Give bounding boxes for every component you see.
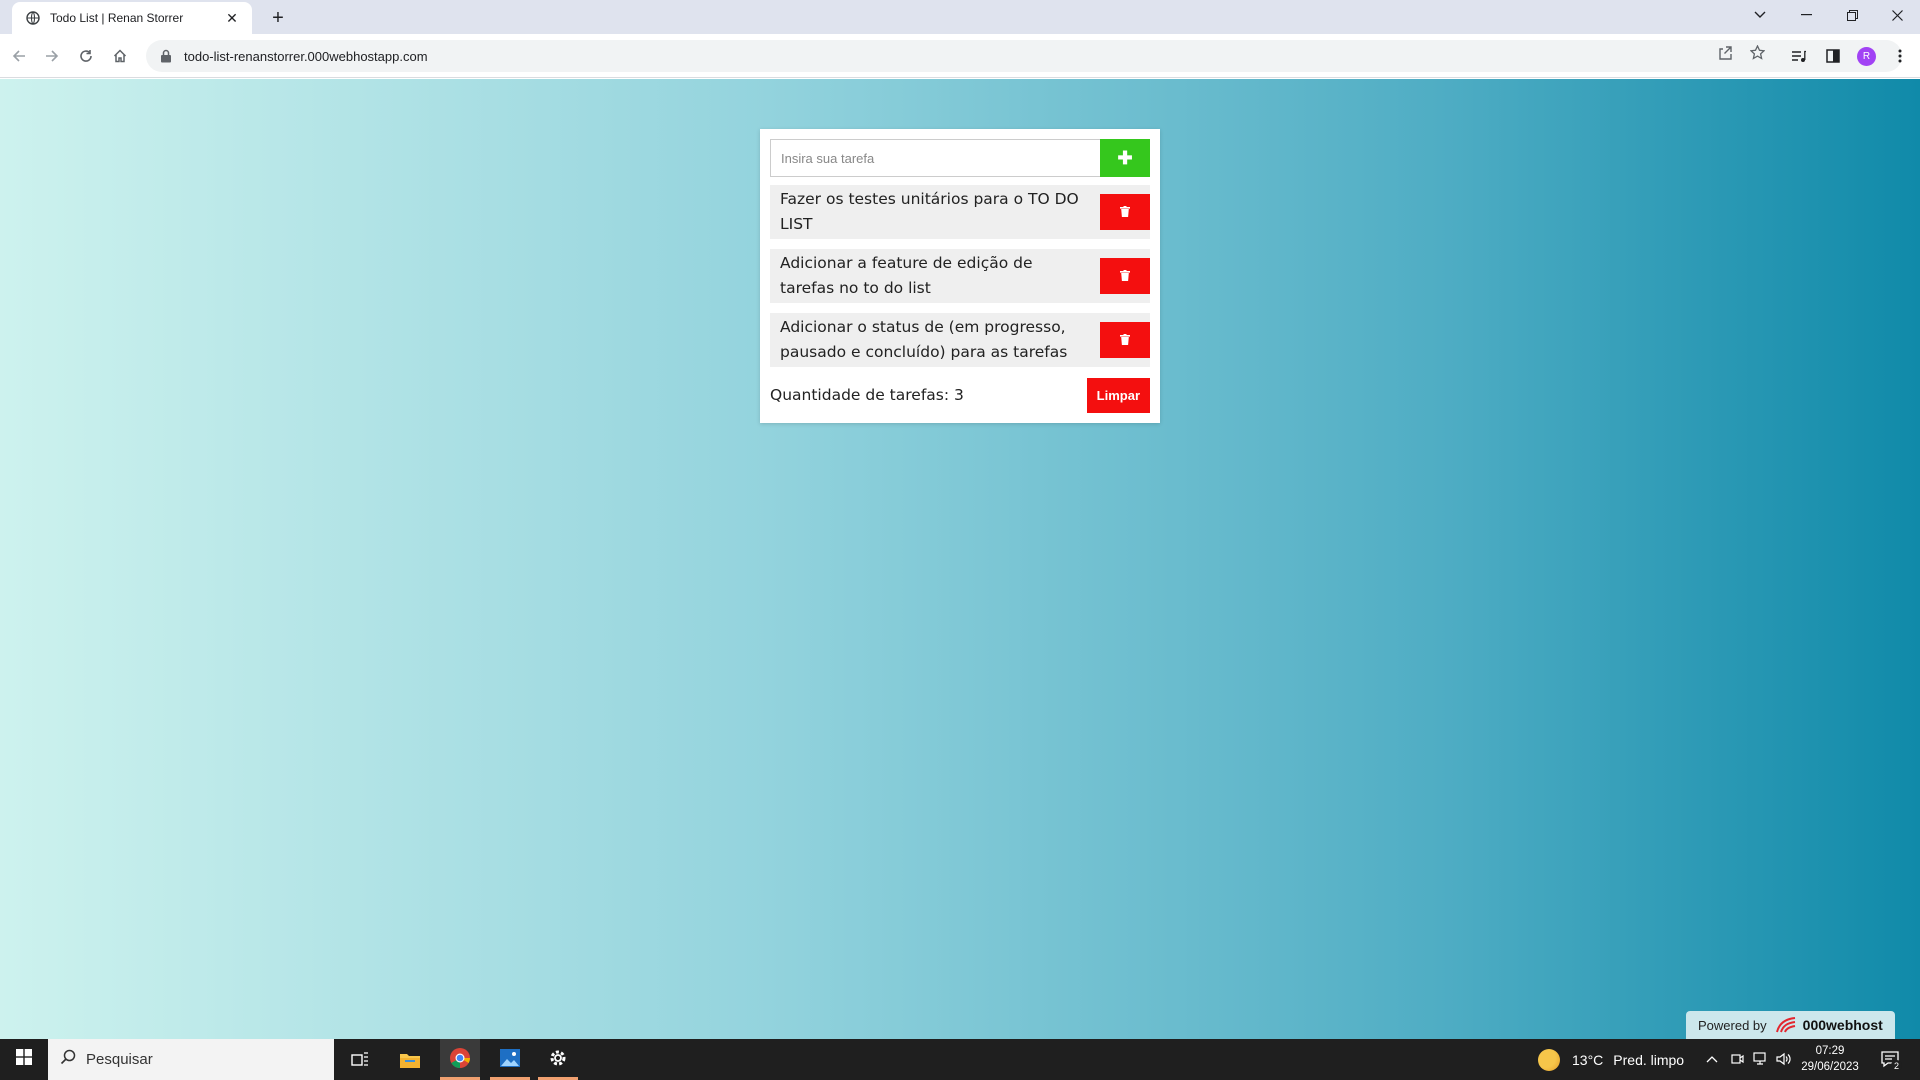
media-control-icon[interactable] [1786, 44, 1810, 68]
side-panel-icon[interactable] [1821, 44, 1845, 68]
000webhost-logo-icon [1775, 1016, 1799, 1034]
share-icon[interactable] [1713, 40, 1737, 64]
weather-description: Pred. limpo [1613, 1051, 1685, 1068]
address-bar[interactable]: todo-list-renanstorrer.000webhostapp.com [146, 40, 1902, 72]
trash-icon [1120, 205, 1130, 220]
clock-date: 29/06/2023 [1801, 1061, 1859, 1073]
photos-icon[interactable] [490, 1039, 530, 1080]
powered-by-label: Powered by [1698, 1017, 1767, 1033]
browser-tab[interactable]: Todo List | Renan Storrer ✕ [12, 2, 252, 34]
minimize-button[interactable] [1783, 0, 1829, 30]
notification-center-icon[interactable]: 2 [1880, 1049, 1902, 1071]
todo-footer: Quantidade de tarefas: 3 Limpar [770, 377, 1150, 413]
new-tab-button[interactable]: + [266, 6, 290, 30]
url-text: todo-list-renanstorrer.000webhostapp.com [184, 48, 428, 64]
task-item: Adicionar o status de (em progresso, pau… [770, 313, 1150, 367]
tab-title: Todo List | Renan Storrer [50, 11, 184, 25]
bookmark-star-icon[interactable] [1745, 40, 1769, 64]
system-clock[interactable]: 07:29 29/06/2023 [1798, 1043, 1862, 1075]
brand-name: 000webhost [1802, 1017, 1883, 1033]
forward-icon[interactable] [40, 44, 64, 68]
weather-moon-icon [1538, 1048, 1560, 1071]
chevron-up-icon[interactable] [1703, 1050, 1721, 1068]
network-icon[interactable] [1752, 1050, 1770, 1068]
search-placeholder: Pesquisar [86, 1051, 153, 1068]
search-icon [60, 1049, 76, 1070]
page-background: ✚ Fazer os testes unitários para o TO DO… [0, 79, 1920, 1039]
task-text: Fazer os testes unitários para o TO DO L… [780, 190, 1079, 233]
start-button[interactable] [0, 1039, 48, 1080]
clock-time: 07:29 [1815, 1045, 1845, 1057]
task-text: Adicionar a feature de edição de tarefas… [780, 254, 1033, 297]
settings-gear-icon[interactable] [538, 1039, 578, 1080]
close-tab-icon[interactable]: ✕ [224, 10, 240, 26]
plus-icon: ✚ [1117, 147, 1133, 168]
delete-task-button[interactable] [1100, 194, 1150, 230]
windows-logo-icon [16, 1049, 32, 1070]
chrome-icon[interactable] [440, 1039, 480, 1080]
reload-icon[interactable] [74, 44, 98, 68]
more-menu-icon[interactable] [1888, 44, 1912, 68]
task-view-icon[interactable] [340, 1039, 380, 1080]
trash-icon [1120, 269, 1130, 284]
delete-task-button[interactable] [1100, 258, 1150, 294]
task-text: Adicionar o status de (em progresso, pau… [780, 318, 1068, 361]
tab-search-icon[interactable] [1737, 0, 1783, 30]
clear-button[interactable]: Limpar [1086, 377, 1150, 413]
trash-icon [1120, 333, 1130, 348]
profile-avatar[interactable]: R [1857, 47, 1876, 66]
delete-task-button[interactable] [1100, 322, 1150, 358]
todo-card: ✚ Fazer os testes unitários para o TO DO… [760, 129, 1160, 423]
windows-taskbar: Pesquisar 13°C Pred. limpo 07:29 29/06/2… [0, 1039, 1920, 1080]
weather-widget[interactable]: 13°C Pred. limpo [1538, 1039, 1684, 1080]
browser-toolbar: todo-list-renanstorrer.000webhostapp.com… [0, 34, 1920, 78]
hosting-badge[interactable]: Powered by 000webhost [1686, 1011, 1895, 1039]
task-input[interactable] [770, 139, 1100, 177]
browser-tab-bar: Todo List | Renan Storrer ✕ + [0, 0, 1920, 34]
add-task-row: ✚ [770, 139, 1150, 177]
weather-temperature: 13°C [1572, 1051, 1604, 1068]
task-item: Adicionar a feature de edição de tarefas… [770, 249, 1150, 303]
home-icon[interactable] [108, 44, 132, 68]
task-item: Fazer os testes unitários para o TO DO L… [770, 185, 1150, 239]
volume-icon[interactable] [1775, 1050, 1793, 1068]
add-task-button[interactable]: ✚ [1100, 139, 1150, 177]
back-icon[interactable] [7, 44, 31, 68]
task-count: Quantidade de tarefas: 3 [770, 386, 964, 404]
close-window-button[interactable] [1874, 0, 1920, 30]
globe-icon [26, 11, 40, 25]
lock-icon [160, 49, 172, 63]
restore-button[interactable] [1829, 0, 1875, 30]
taskbar-search[interactable]: Pesquisar [48, 1039, 334, 1080]
meet-now-icon[interactable] [1728, 1050, 1746, 1068]
file-explorer-icon[interactable] [390, 1039, 430, 1080]
notification-count: 2 [1891, 1060, 1902, 1071]
